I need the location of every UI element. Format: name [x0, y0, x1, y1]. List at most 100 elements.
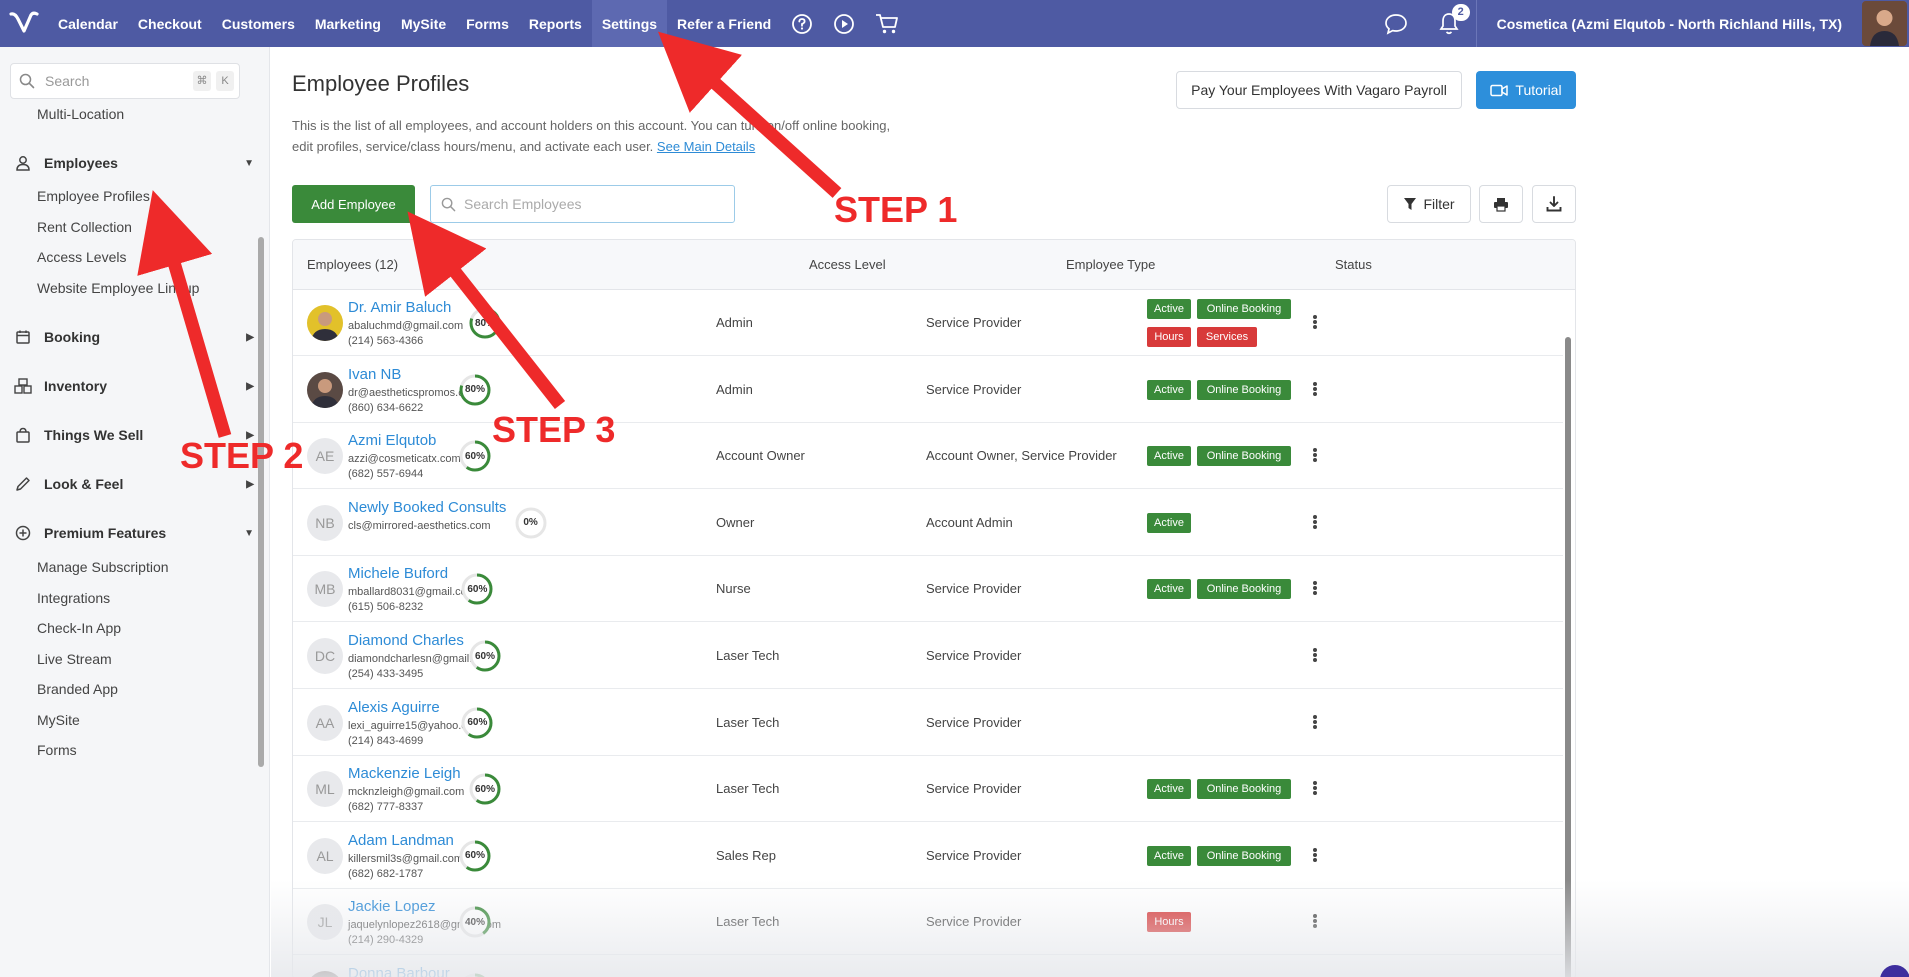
table-row[interactable]: Donna Barbour [293, 956, 1563, 977]
employee-name-link[interactable]: Ivan NB [348, 366, 401, 383]
employee-name-link[interactable]: Michele Buford [348, 565, 448, 582]
tutorial-button[interactable]: Tutorial [1476, 71, 1576, 109]
employee-avatar[interactable]: DC [307, 638, 343, 674]
sidebar-section-employees[interactable]: Employees ▼ [14, 154, 254, 172]
employee-access-level: Owner [716, 514, 755, 530]
nav-right-group: 2 Cosmetica (Azmi Elqutob - North Richla… [1370, 0, 1909, 47]
employee-avatar[interactable]: MB [307, 571, 343, 608]
sidebar-section-premium-features[interactable]: Premium Features ▼ [14, 524, 254, 542]
employee-avatar[interactable]: AE [307, 438, 343, 475]
row-more-options-icon[interactable] [1309, 845, 1321, 865]
app-window: Calendar Checkout Customers Marketing MySite… [0, 0, 1909, 977]
see-main-details-link[interactable]: See Main Details [657, 139, 755, 154]
table-row[interactable]: AA Alexis Aguirre lexi_aguirre15@yahoo.com… [293, 689, 1563, 756]
sidebar-item-check-in-app[interactable]: Check-In App [37, 620, 121, 636]
table-row[interactable]: JL Jackie Lopez jaquelynlopez2618@gmail.co… [293, 889, 1563, 956]
add-employee-button[interactable]: Add Employee [292, 185, 415, 223]
sidebar-item-mysite[interactable]: MySite [37, 712, 80, 728]
row-more-options-icon[interactable] [1309, 578, 1321, 598]
help-icon[interactable] [781, 0, 823, 47]
employee-name-link[interactable]: Diamond Charles [348, 632, 464, 649]
status-badge-online-booking: Online Booking [1197, 446, 1291, 467]
play-video-icon[interactable] [823, 0, 865, 47]
chat-icon[interactable] [1370, 0, 1422, 47]
employee-avatar[interactable]: AA [307, 704, 343, 741]
sidebar-scrollbar[interactable] [258, 237, 264, 767]
employee-avatar[interactable]: JL [307, 904, 343, 941]
table-row[interactable]: AL Adam Landman killersmil3s@gmail.com (682… [293, 822, 1563, 889]
header-access-level[interactable]: Access Level [809, 257, 886, 272]
account-selector[interactable]: Cosmetica (Azmi Elqutob - North Richland… [1475, 0, 1862, 47]
employee-name-link[interactable]: Jackie Lopez [348, 898, 436, 915]
employee-phone: (254) 433-3495 [348, 668, 424, 680]
employee-access-level: Laser Tech [716, 648, 780, 663]
search-employees-input[interactable]: Search Employees [430, 185, 735, 223]
row-more-options-icon[interactable] [1309, 778, 1321, 798]
employee-name-link[interactable]: Donna Barbour [348, 965, 450, 977]
table-row[interactable]: AE Azmi Elqutob azzi@cosmeticatx.com (682) … [293, 423, 1563, 490]
table-row[interactable]: ML Mackenzie Leigh mcknzleigh@gmail.com (68… [293, 756, 1563, 823]
user-avatar[interactable] [1862, 1, 1907, 46]
sidebar-section-inventory[interactable]: Inventory ▶ [14, 377, 254, 395]
sidebar-item-integrations[interactable]: Integrations [37, 590, 110, 606]
sidebar-item-multi-location[interactable]: Multi-Location [37, 106, 124, 122]
employee-name-link[interactable]: Adam Landman [348, 832, 454, 849]
employee-email: azzi@cosmeticatx.com [348, 453, 461, 466]
row-more-options-icon[interactable] [1309, 445, 1321, 465]
table-row[interactable]: DC Diamond Charles diamondcharlesn@gmail.c… [293, 623, 1563, 689]
notifications-button[interactable]: 2 [1422, 0, 1476, 47]
nav-item-mysite[interactable]: MySite [391, 0, 456, 47]
sidebar-item-website-employee-lineup[interactable]: Website Employee Lineup [37, 280, 199, 296]
vagaro-payroll-button[interactable]: Pay Your Employees With Vagaro Payroll [1176, 71, 1462, 109]
employee-name-link[interactable]: Alexis Aguirre [348, 699, 440, 716]
header-status[interactable]: Status [1335, 257, 1372, 272]
sidebar-item-manage-subscription[interactable]: Manage Subscription [37, 559, 169, 575]
row-more-options-icon[interactable] [1309, 379, 1321, 399]
row-more-options-icon[interactable] [1309, 712, 1321, 732]
employee-name-link[interactable]: Dr. Amir Baluch [348, 299, 451, 316]
filter-button[interactable]: Filter [1387, 185, 1471, 223]
nav-item-calendar[interactable]: Calendar [48, 0, 128, 47]
table-row[interactable]: Dr. Amir Baluch abaluchmd@gmail.com (214) … [293, 290, 1563, 356]
employee-avatar[interactable]: ML [307, 771, 343, 808]
nav-item-checkout[interactable]: Checkout [128, 0, 212, 47]
employee-name-link[interactable]: Newly Booked Consults [348, 499, 506, 516]
employee-avatar[interactable] [307, 971, 343, 977]
header-employees[interactable]: Employees (12) [307, 257, 398, 272]
sidebar-item-branded-app[interactable]: Branded App [37, 681, 118, 697]
nav-item-marketing[interactable]: Marketing [305, 0, 391, 47]
employee-avatar[interactable] [307, 371, 343, 408]
table-row[interactable]: NB Newly Booked Consults cls@mirrored-aest… [293, 489, 1563, 556]
employee-email: killersmil3s@gmail.com [348, 852, 464, 865]
sidebar-item-access-levels[interactable]: Access Levels [37, 249, 126, 265]
sidebar-item-live-stream[interactable]: Live Stream [37, 651, 112, 667]
row-more-options-icon[interactable] [1309, 645, 1321, 665]
sidebar-item-rent-collection[interactable]: Rent Collection [37, 219, 132, 235]
nav-item-forms[interactable]: Forms [456, 0, 519, 47]
sidebar-section-booking[interactable]: Booking ▶ [14, 328, 254, 346]
row-more-options-icon[interactable] [1309, 312, 1321, 332]
employee-avatar[interactable] [307, 305, 343, 341]
employee-name-link[interactable]: Mackenzie Leigh [348, 765, 461, 782]
sidebar-search-input[interactable]: Search ⌘ K [10, 63, 240, 99]
cart-icon[interactable] [865, 0, 909, 47]
sidebar-item-forms[interactable]: Forms [37, 742, 77, 758]
employee-avatar[interactable]: NB [307, 504, 343, 541]
table-row[interactable]: Ivan NB dr@aestheticspromos.com (860) 634-… [293, 356, 1563, 423]
export-button[interactable] [1532, 185, 1576, 223]
nav-item-reports[interactable]: Reports [519, 0, 592, 47]
nav-item-refer-a-friend[interactable]: Refer a Friend [667, 0, 781, 47]
nav-item-customers[interactable]: Customers [212, 0, 305, 47]
header-employee-type[interactable]: Employee Type [1066, 257, 1155, 272]
nav-item-settings[interactable]: Settings [591, 0, 668, 47]
print-button[interactable] [1479, 185, 1523, 223]
employee-name-link[interactable]: Azmi Elqutob [348, 432, 436, 449]
sidebar-item-employee-profiles[interactable]: Employee Profiles [37, 188, 150, 204]
employee-avatar[interactable]: AL [307, 837, 343, 874]
table-row[interactable]: MB Michele Buford mballard8031@gmail.com (6… [293, 556, 1563, 623]
table-scrollbar[interactable] [1565, 337, 1571, 977]
row-more-options-icon[interactable] [1309, 512, 1321, 532]
row-more-options-icon[interactable] [1309, 911, 1321, 931]
vagaro-logo[interactable] [0, 0, 48, 47]
sidebar-section-look-and-feel[interactable]: Look & Feel ▶ [14, 475, 254, 493]
